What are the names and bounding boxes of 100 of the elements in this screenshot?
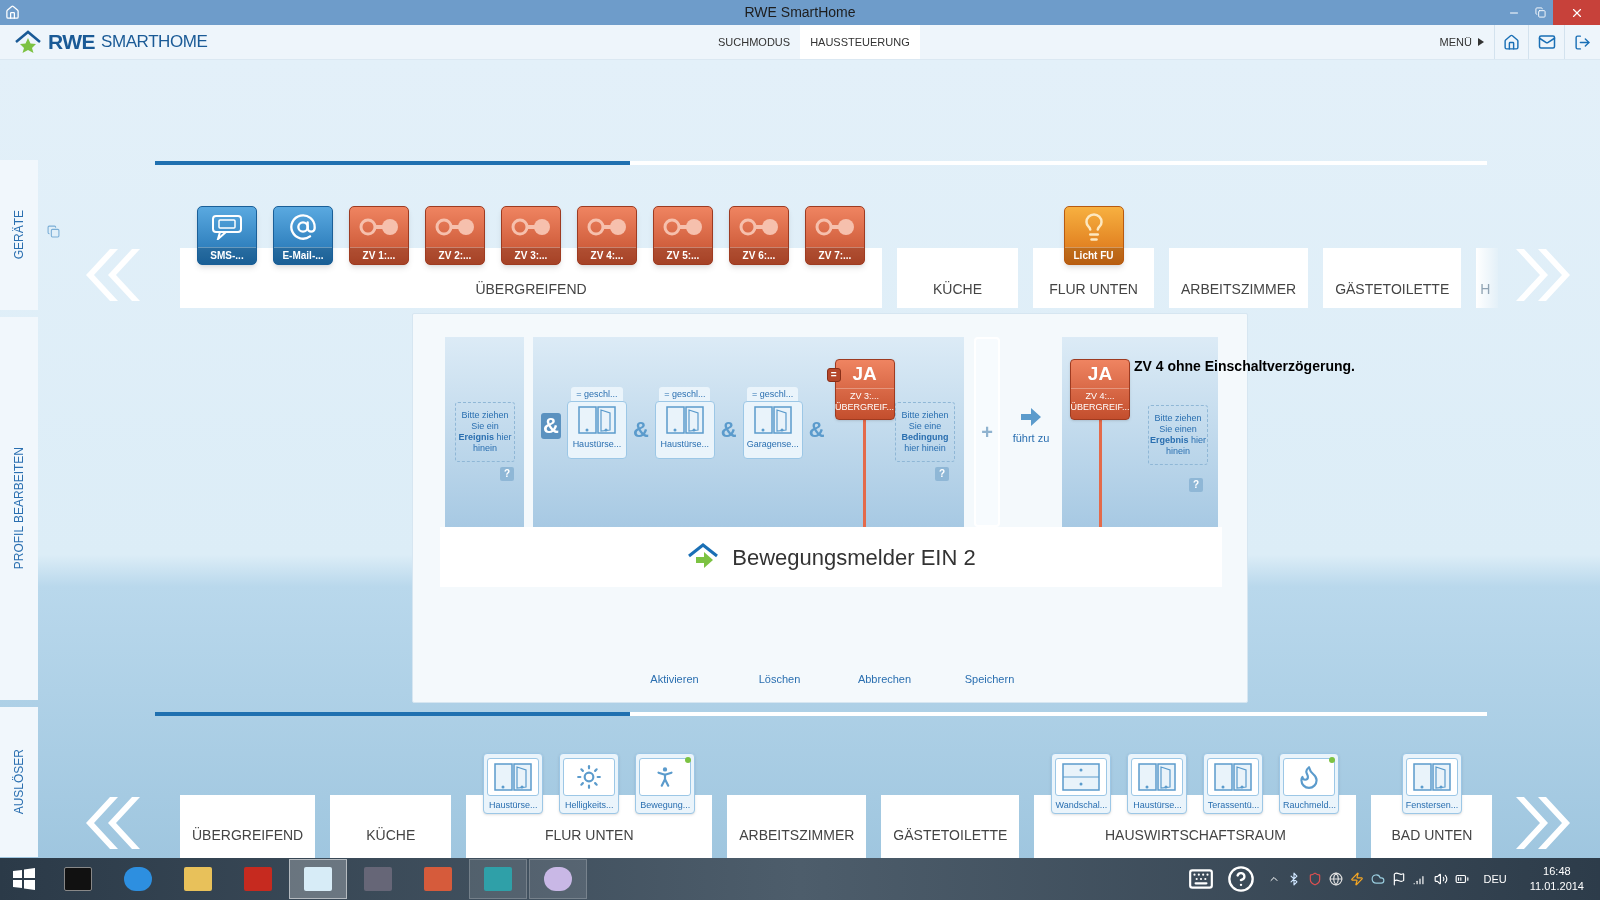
speech-bubble-icon [210, 214, 244, 240]
device-tile[interactable]: ZV 7:... [805, 206, 865, 265]
room-panel[interactable]: Haustürse... Helligkeits... Bewegung... FLUR UNTEN [466, 753, 713, 858]
condition-card[interactable]: Haustürse... [566, 401, 627, 459]
and-sign: & [541, 413, 561, 439]
language-indicator[interactable]: DEU [1483, 870, 1507, 888]
keyboard-icon[interactable] [1187, 866, 1214, 892]
device-tile[interactable]: SMS-... [197, 206, 257, 265]
condition-card[interactable]: Haustürse... [654, 401, 715, 459]
device-tile[interactable]: ZV 6:... [729, 206, 789, 265]
action-link[interactable]: Löschen [727, 671, 832, 688]
device-tile[interactable]: Helligkeits... [559, 753, 620, 814]
action-link[interactable]: Abbrechen [832, 671, 937, 688]
device-label: ZV 4:... [1071, 388, 1129, 402]
room-label: ÜBERGREIFEND [192, 826, 304, 845]
room-panel[interactable]: Wandschal... Haustürse... Terassentü... Rauchmeld... HAUSWIRTSCHAFTSRAUM [1034, 753, 1357, 858]
device-tile[interactable]: ZV 5:... [653, 206, 713, 265]
volume-icon[interactable] [1433, 872, 1448, 886]
room-panel[interactable]: Fenstersen... BAD UNTEN [1371, 753, 1493, 858]
side-tab[interactable]: GERÄTE [0, 160, 38, 310]
expand-icon[interactable] [47, 225, 60, 238]
room-label: KÜCHE [366, 826, 416, 845]
room-panel[interactable]: ÜBERGREIFEND [180, 795, 316, 858]
room-panel[interactable]: GÄSTETOILETTE [1323, 248, 1462, 308]
room-panel[interactable]: Licht FU FLUR UNTEN [1033, 206, 1154, 308]
device-tile[interactable]: ZV 1:... [349, 206, 409, 265]
wall-switch-icon [1061, 762, 1102, 792]
side-tab[interactable]: PROFIL BEARBEITEN [0, 317, 38, 700]
action-link[interactable]: Aktivieren [622, 671, 727, 688]
room-panel[interactable]: GÄSTETOILETTE [881, 795, 1020, 858]
room-panel[interactable]: ARBEITSZIMMER [727, 795, 867, 858]
menu-button[interactable]: MENÜ [1429, 33, 1494, 51]
door-icon [576, 405, 617, 435]
and-sign: & [632, 416, 649, 444]
restore-icon [1534, 7, 1546, 18]
brand-name: RWE [48, 29, 96, 56]
room-label: ÜBERGREIFEND [475, 280, 587, 299]
condition-card[interactable]: JA ZV 4:... ÜBERGREIF... [1070, 359, 1130, 420]
clock-time[interactable]: 16:48 [1543, 864, 1571, 879]
condition-value: = geschl... [659, 387, 711, 401]
device-tile[interactable]: Haustürse... [1127, 753, 1188, 814]
door-icon [1213, 762, 1254, 792]
device-tile[interactable]: ZV 2:... [425, 206, 485, 265]
door-icon [664, 405, 705, 435]
device-tile[interactable]: Haustürse... [483, 753, 544, 814]
toggle-icon [814, 217, 856, 237]
drop-hint: Bitte ziehen Sie eine Bedingung hier hinein [895, 402, 955, 462]
room-label: H [1480, 280, 1491, 299]
house-star-logo-icon [14, 30, 42, 54]
app-icon [5, 5, 20, 20]
flag-icon[interactable] [1391, 872, 1406, 886]
side-tab[interactable]: AUSLÖSER [0, 707, 38, 857]
device-tile[interactable]: Fenstersen... [1401, 753, 1462, 814]
arrow-right-icon [1021, 407, 1041, 426]
shield-icon[interactable] [1307, 872, 1322, 886]
room-label: HAUSWIRTSCHAFTSRAUM [1105, 826, 1286, 845]
value-label: JA [852, 362, 877, 386]
exit-icon [1574, 33, 1591, 51]
lightning-icon[interactable] [1349, 872, 1364, 886]
device-tile[interactable]: ZV 3:... [501, 206, 561, 265]
device-tile[interactable]: E-Mail-... [273, 206, 333, 265]
device-tile[interactable]: Wandschal... [1051, 753, 1112, 814]
mode-tab[interactable]: SUCHMODUS [708, 25, 801, 59]
device-tile[interactable]: Terassentü... [1203, 753, 1264, 814]
room-panel[interactable]: KÜCHE [330, 795, 452, 858]
toggle-icon [434, 217, 476, 237]
device-tile[interactable]: Rauchmeld... [1279, 753, 1340, 814]
product-name: SMARTHOME [101, 31, 208, 54]
help-icon[interactable] [1226, 865, 1255, 893]
room-panel[interactable]: SMS-... E-Mail-... ZV 1:... ZV 2:... ZV 3:... ZV 4:... ZV 5:... ZV 6:... ZV 7:... ÜBERGREIFEND [180, 206, 882, 308]
scroll-thumb[interactable] [155, 712, 630, 716]
note-text: ZV 4 ohne Einschaltverzögerung. [1134, 357, 1355, 376]
room-label: KÜCHE [933, 280, 982, 299]
value-label: JA [1087, 362, 1113, 386]
globe-icon[interactable] [1328, 872, 1343, 886]
home-icon [1503, 33, 1520, 51]
room-label: GÄSTETOILETTE [1335, 280, 1450, 299]
room-panel[interactable]: ARBEITSZIMMER [1169, 248, 1309, 308]
room-label: GÄSTETOILETTE [893, 826, 1008, 845]
toggle-icon [358, 217, 400, 237]
room-label: FLUR UNTEN [1049, 280, 1138, 299]
device-tile[interactable]: Licht FU [1063, 206, 1124, 265]
mode-tab[interactable]: HAUSSTEUERUNG [800, 25, 920, 59]
action-link[interactable]: Speichern [937, 671, 1042, 688]
battery-icon[interactable] [1454, 872, 1469, 886]
device-tile[interactable]: Bewegung... [635, 753, 696, 814]
profile-name: Bewegungsmelder EIN 2 [732, 543, 976, 572]
condition-card[interactable]: Garagense... [742, 401, 803, 459]
scroll-thumb[interactable] [155, 161, 630, 165]
windows-logo-icon[interactable] [12, 867, 36, 891]
room-panel[interactable]: KÜCHE [897, 248, 1018, 308]
close-button[interactable] [1553, 0, 1600, 25]
sun-icon [576, 764, 603, 790]
device-tile[interactable]: ZV 4:... [577, 206, 637, 265]
room-label: BAD UNTEN [1391, 826, 1473, 845]
cloud-icon[interactable] [1370, 872, 1385, 886]
toggle-icon [510, 217, 552, 237]
at-sign-icon [289, 213, 317, 241]
clock-date[interactable]: 11.01.2014 [1529, 879, 1584, 894]
operator-badge: = [826, 368, 841, 382]
